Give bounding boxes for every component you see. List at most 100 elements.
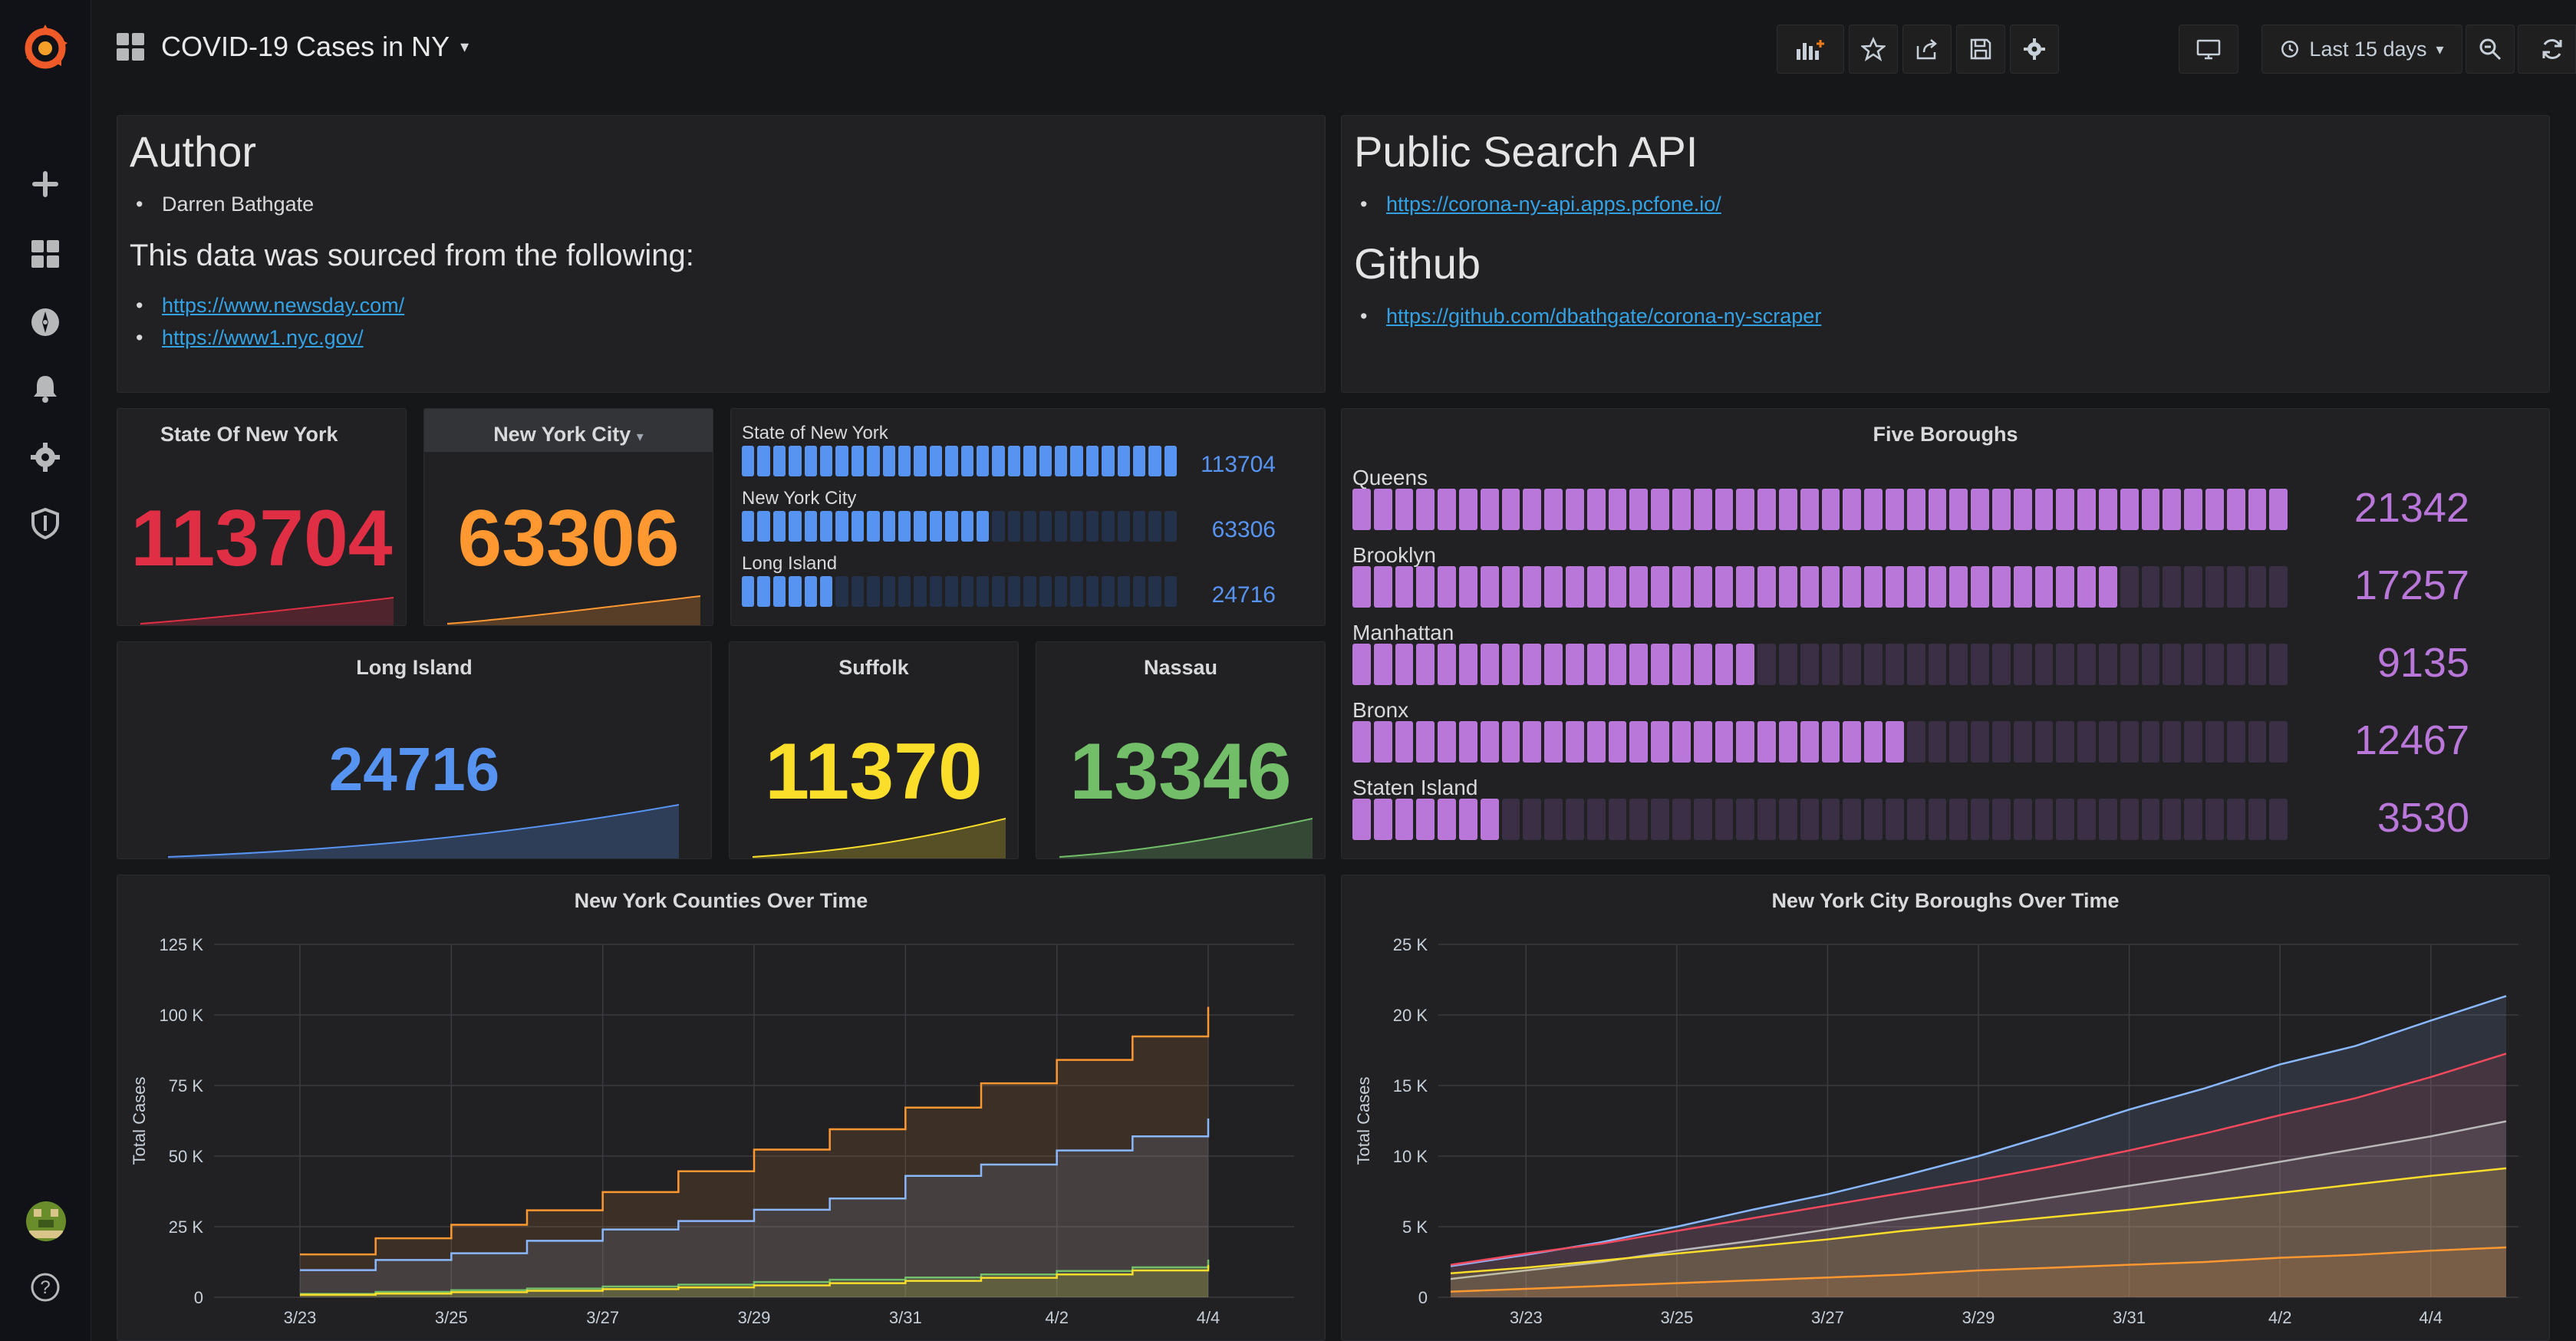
gauge-cell xyxy=(1416,721,1435,763)
gauge-cell xyxy=(1715,489,1734,530)
gauge-cell xyxy=(820,511,833,542)
nassau-stat-panel[interactable]: Nassau 13346 xyxy=(1036,641,1326,859)
side-menu: ? xyxy=(0,0,91,1341)
gauge-cell xyxy=(1693,644,1712,685)
grafana-logo-icon[interactable] xyxy=(17,20,74,77)
chevron-down-icon: ▾ xyxy=(460,37,469,56)
gauge-cell xyxy=(2034,566,2054,608)
gauge-cell xyxy=(1928,644,1947,685)
gauge-cell xyxy=(2099,721,2117,763)
gauge-cell xyxy=(2120,721,2139,763)
x-tick-label: 3/29 xyxy=(738,1308,771,1327)
gauge-cell xyxy=(1843,799,1862,840)
gauge-cell xyxy=(1672,799,1691,840)
gauge-cell xyxy=(1085,576,1099,607)
gauge-cell xyxy=(1117,446,1130,476)
add-panel-button[interactable] xyxy=(1777,25,1844,74)
gauge-cell xyxy=(1566,721,1584,763)
x-tick-label: 4/4 xyxy=(2419,1308,2443,1327)
gauge-cell xyxy=(2205,721,2224,763)
github-heading: Github xyxy=(1354,239,1481,288)
user-avatar[interactable] xyxy=(26,1201,66,1241)
gauge-cell xyxy=(1085,446,1099,476)
chevron-down-icon: ▾ xyxy=(636,429,644,444)
gauge-cell xyxy=(1779,644,1797,685)
help-question-icon[interactable]: ? xyxy=(0,1257,91,1318)
gauge-cell xyxy=(1566,644,1584,685)
gauge-cell xyxy=(1523,566,1542,608)
gauge-value: 24716 xyxy=(1211,582,1276,608)
gauge-cell xyxy=(2099,799,2117,840)
long-island-sparkline xyxy=(168,804,679,858)
gauge-cell xyxy=(2013,566,2032,608)
gauge-cell xyxy=(2120,644,2139,685)
nyc-stat-panel[interactable]: New York City ▾ 63306 xyxy=(423,408,713,626)
configuration-gear-icon[interactable] xyxy=(0,427,91,488)
create-plus-icon[interactable] xyxy=(0,153,91,215)
api-link[interactable]: https://corona-ny-api.apps.pcfone.io/ xyxy=(1386,193,1721,216)
zoom-out-button[interactable] xyxy=(2466,25,2515,74)
gauge-cell xyxy=(742,576,755,607)
gauge-cell xyxy=(1352,566,1371,608)
x-tick-label: 4/4 xyxy=(1197,1308,1220,1327)
gauge-cell xyxy=(1864,799,1883,840)
tv-mode-button[interactable] xyxy=(2179,25,2238,74)
save-dashboard-button[interactable] xyxy=(1956,25,2005,74)
suffolk-stat-panel[interactable]: Suffolk 11370 xyxy=(729,641,1019,859)
gauge-cell xyxy=(1928,799,1947,840)
gauge-cell xyxy=(867,576,880,607)
gauge-cell xyxy=(789,511,802,542)
source-link-newsday[interactable]: https://www.newsday.com/ xyxy=(162,294,404,317)
dashboard-settings-button[interactable] xyxy=(2010,25,2059,74)
gauge-value: 21342 xyxy=(2354,485,2469,531)
gauge-cell xyxy=(1544,489,1563,530)
gauge-cell xyxy=(1821,721,1840,763)
gauge-cell xyxy=(2163,566,2182,608)
save-icon xyxy=(1970,38,1991,60)
source-link-nyc[interactable]: https://www1.nyc.gov/ xyxy=(162,326,364,349)
refresh-picker[interactable]: 1m ▾ xyxy=(2518,25,2576,74)
dashboards-grid-icon[interactable] xyxy=(0,223,91,285)
github-link[interactable]: https://github.com/dbathgate/corona-ny-s… xyxy=(1386,305,1821,328)
gear-icon xyxy=(2024,38,2045,60)
gauge-cell xyxy=(1629,566,1649,608)
gauge-cell xyxy=(2226,489,2245,530)
counties-graph-panel[interactable]: New York Counties Over Time 0 25 K 50 K 75 … xyxy=(117,875,1326,1341)
gauge-cell xyxy=(2077,721,2096,763)
gauge-cell xyxy=(1523,644,1542,685)
gauge-cell xyxy=(1928,721,1947,763)
gauge-cell xyxy=(2141,566,2160,608)
gauge-cell xyxy=(1459,566,1477,608)
long-island-stat-panel[interactable]: Long Island 24716 xyxy=(117,641,712,859)
monitor-icon xyxy=(2196,39,2221,60)
svg-text:?: ? xyxy=(40,1277,50,1298)
share-dashboard-button[interactable] xyxy=(1902,25,1952,74)
gauge-cell xyxy=(1395,799,1414,840)
gauge-cell xyxy=(1715,566,1734,608)
server-admin-shield-icon[interactable] xyxy=(0,493,91,554)
gauge-cell xyxy=(1821,799,1840,840)
explore-compass-icon[interactable] xyxy=(0,292,91,353)
state-stat-panel[interactable]: State Of New York 113704 xyxy=(117,408,407,626)
x-tick-label: 3/27 xyxy=(1811,1308,1844,1327)
gauge-cell xyxy=(945,511,958,542)
gauge-cell xyxy=(1608,489,1627,530)
gauge-cell xyxy=(1757,644,1776,685)
gauge-cell xyxy=(929,576,943,607)
gauge-cell xyxy=(1949,721,1968,763)
gauge-cell xyxy=(1693,799,1712,840)
nassau-sparkline xyxy=(1059,818,1313,858)
gauge-cell xyxy=(1373,644,1392,685)
gauge-cell xyxy=(1906,721,1925,763)
star-dashboard-button[interactable] xyxy=(1849,25,1898,74)
alerting-bell-icon[interactable] xyxy=(0,357,91,419)
dashboard-title-button[interactable]: COVID-19 Cases in NY ▾ xyxy=(115,31,469,63)
gauge-cell xyxy=(1971,799,1989,840)
gauge-cell xyxy=(1007,446,1021,476)
zoom-out-icon xyxy=(2479,38,2502,61)
gauge-cell xyxy=(1864,566,1883,608)
gauge-cell xyxy=(1928,566,1947,608)
time-range-picker[interactable]: Last 15 days ▾ xyxy=(2261,25,2462,74)
boroughs-graph-panel[interactable]: New York City Boroughs Over Time 05 K 10 … xyxy=(1341,875,2550,1341)
nyc-sparkline xyxy=(447,595,700,625)
